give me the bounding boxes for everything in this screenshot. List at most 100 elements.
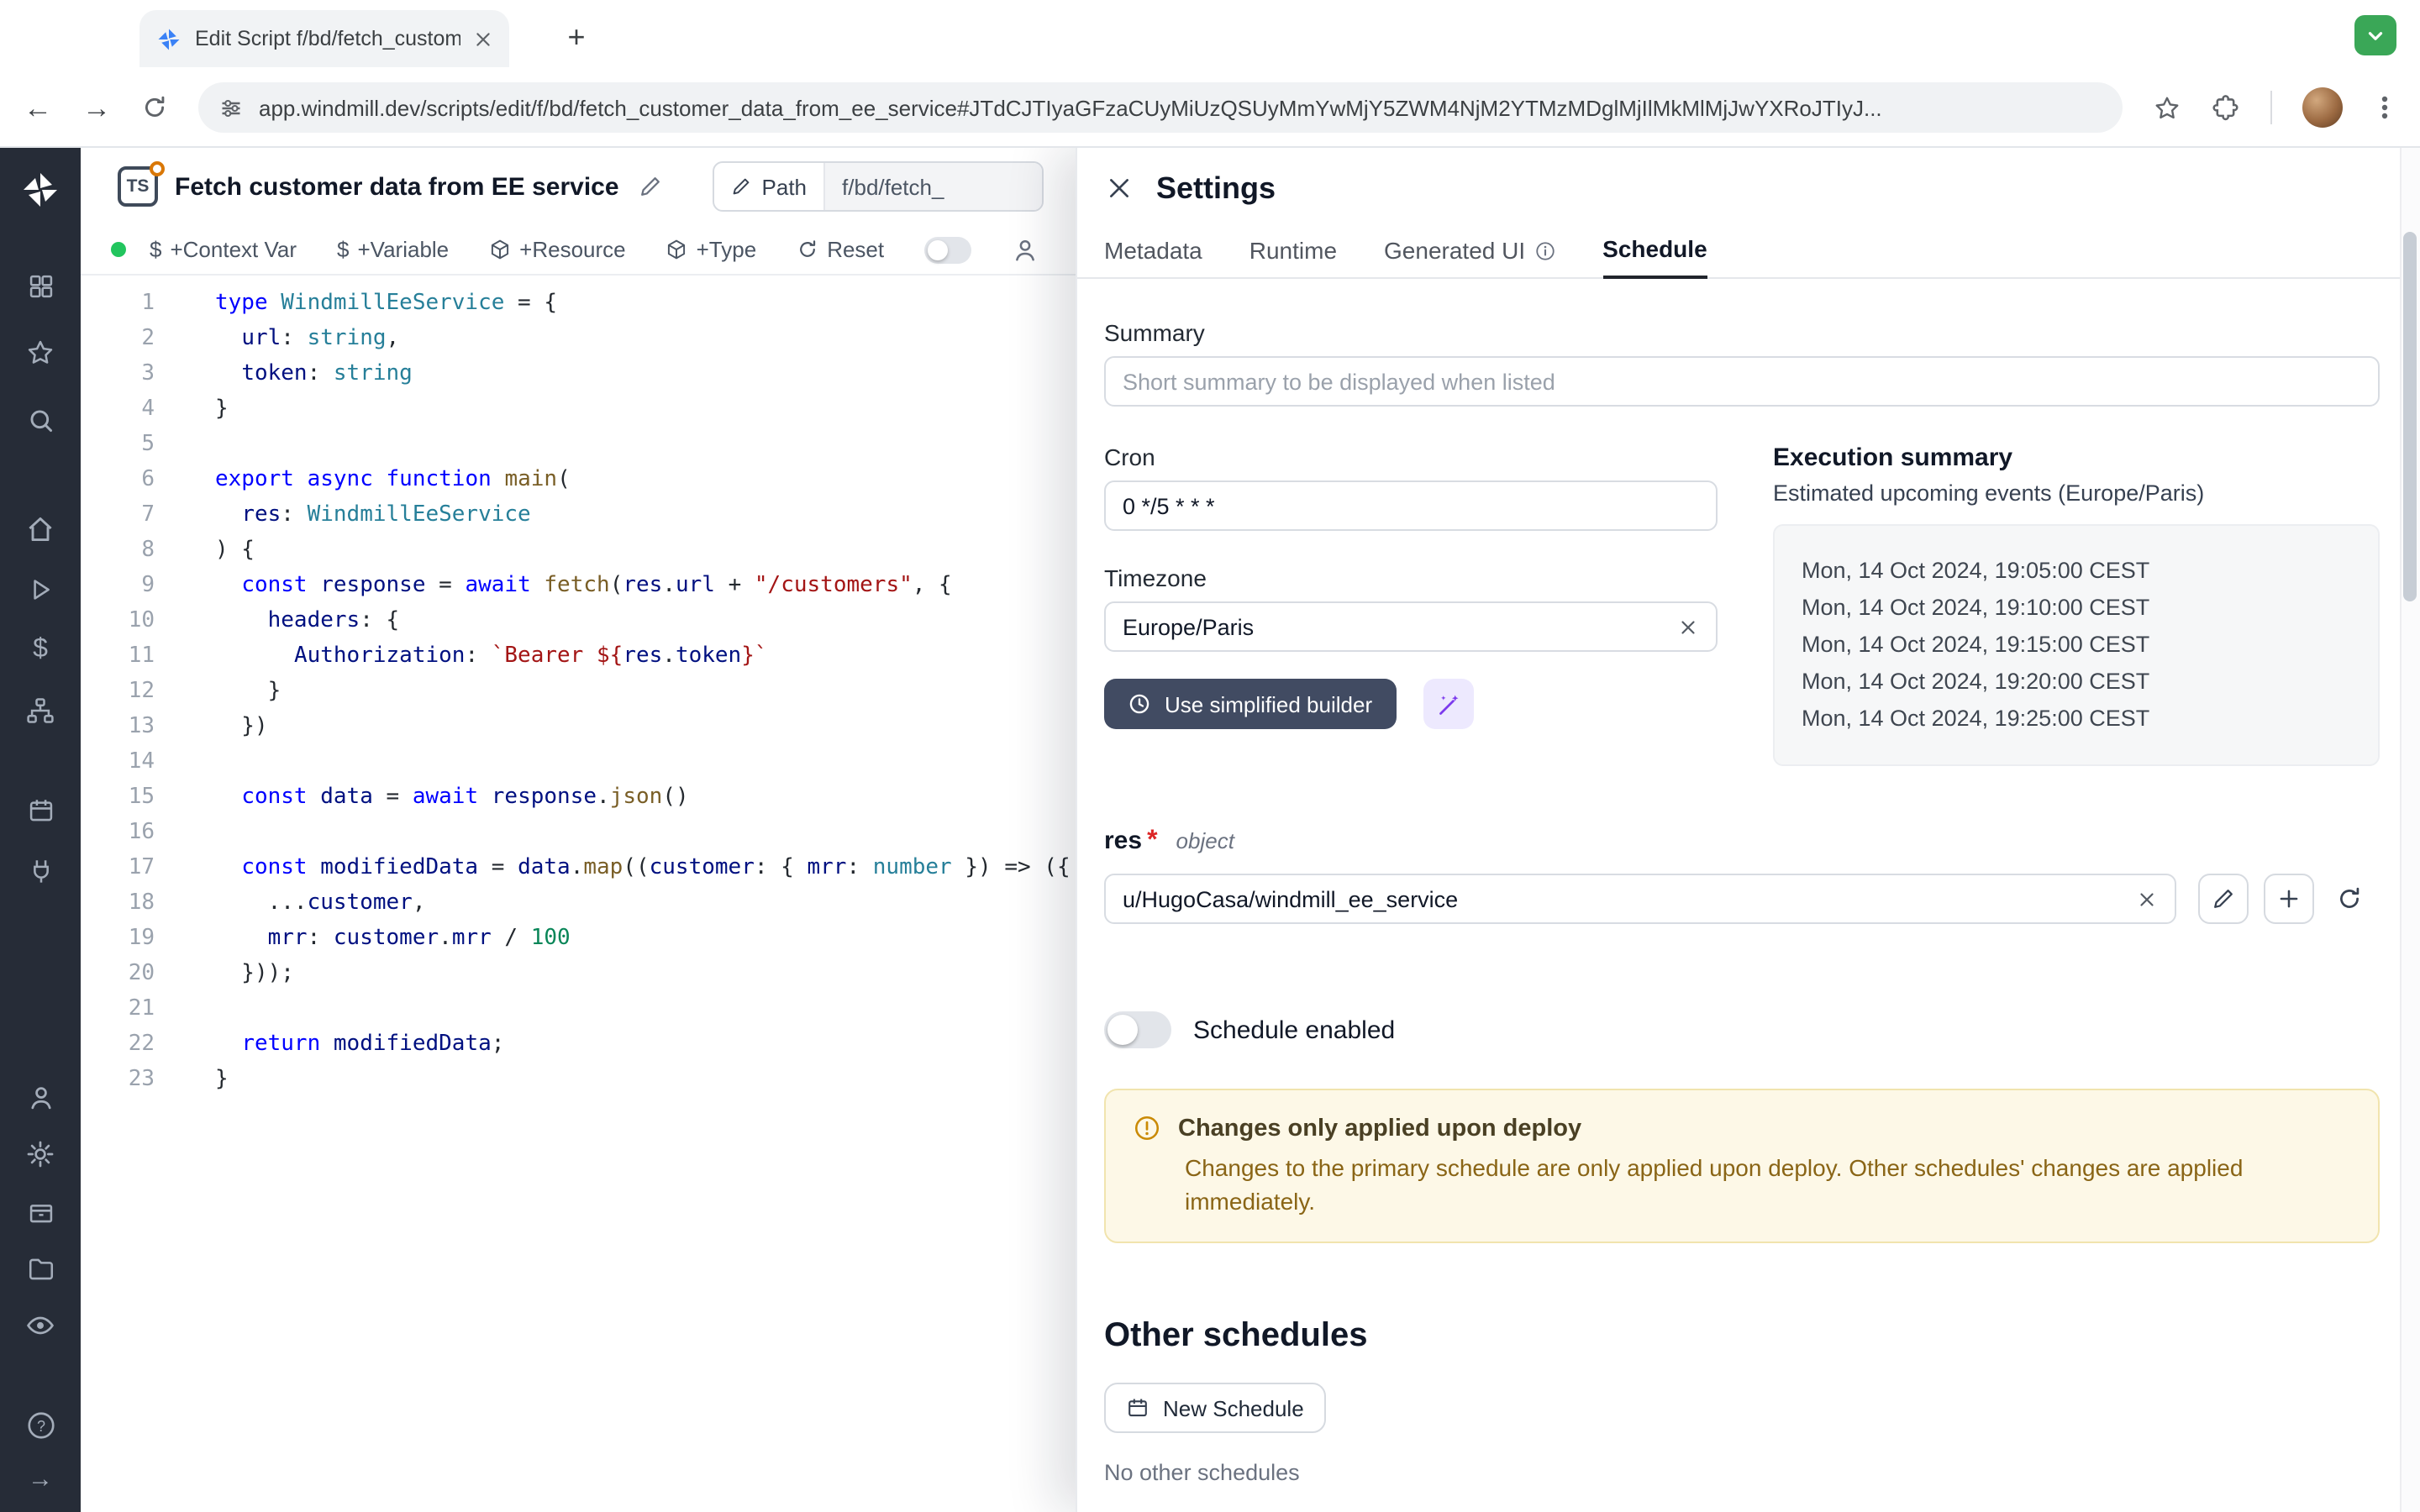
summary-input[interactable]: Short summary to be displayed when liste…: [1104, 356, 2380, 407]
bookmark-star-icon[interactable]: [2153, 93, 2181, 122]
reload-button[interactable]: [141, 94, 168, 121]
app-sidebar: $ ? →: [0, 148, 81, 1512]
path-value: f/bd/fetch_: [823, 163, 1042, 210]
add-resource-button[interactable]: +Resource: [489, 237, 625, 262]
settings-gear-icon[interactable]: [25, 1137, 55, 1171]
extensions-icon[interactable]: [2212, 93, 2240, 122]
pencil-icon: [2212, 887, 2235, 911]
add-type-button[interactable]: +Type: [666, 237, 757, 262]
workers-box-icon[interactable]: [26, 1194, 55, 1228]
resource-value: u/HugoCasa/windmill_ee_service: [1123, 886, 2123, 911]
collapse-arrow-icon[interactable]: →: [28, 1462, 53, 1495]
scrollbar-thumb[interactable]: [2403, 232, 2417, 601]
help-question-icon[interactable]: ?: [24, 1408, 56, 1441]
tab-runtime[interactable]: Runtime: [1249, 237, 1337, 277]
schedule-enabled-label: Schedule enabled: [1193, 1016, 1395, 1044]
reset-button[interactable]: Reset: [797, 237, 884, 262]
url-text: app.windmill.dev/scripts/edit/f/bd/fetch…: [259, 95, 2102, 120]
refresh-icon: [2336, 885, 2363, 912]
event-item: Mon, 14 Oct 2024, 19:05:00 CEST: [1802, 553, 2351, 590]
event-item: Mon, 14 Oct 2024, 19:10:00 CEST: [1802, 590, 2351, 627]
tab-close-icon[interactable]: [474, 29, 492, 48]
warning-body: Changes to the primary schedule are only…: [1185, 1151, 2351, 1218]
settings-drawer: Settings Metadata Runtime Generated UI S…: [1076, 148, 2420, 1512]
execution-summary-title: Execution summary: [1773, 444, 2380, 472]
run-as-person-icon[interactable]: [1012, 236, 1039, 263]
page-title: Fetch customer data from EE service: [175, 172, 619, 201]
add-resource-button-drawer[interactable]: [2264, 874, 2314, 924]
cron-input[interactable]: 0 */5 * * *: [1104, 480, 1718, 531]
alert-circle-icon: [1133, 1114, 1161, 1142]
clear-timezone-icon[interactable]: [1677, 616, 1699, 638]
event-item: Mon, 14 Oct 2024, 19:25:00 CEST: [1802, 701, 2351, 738]
search-icon[interactable]: [26, 403, 55, 437]
refresh-resource-button[interactable]: [2336, 885, 2363, 912]
tab-schedule[interactable]: Schedule: [1602, 235, 1707, 279]
tab-generated-ui[interactable]: Generated UI: [1384, 237, 1555, 277]
drawer-scrollbar[interactable]: [2400, 148, 2420, 1512]
url-row: ← → app.windmill.dev/scripts/edit/f/bd/f…: [0, 67, 2420, 148]
tab-metadata[interactable]: Metadata: [1104, 237, 1202, 277]
variables-dollar-icon[interactable]: $: [33, 633, 48, 667]
timezone-input[interactable]: Europe/Paris: [1104, 601, 1718, 652]
tab-strip: Edit Script f/bd/fetch_custom +: [0, 0, 2420, 67]
connections-plug-icon[interactable]: [26, 853, 55, 887]
summary-label: Summary: [1104, 319, 2380, 346]
refresh-icon: [797, 239, 818, 260]
runs-play-icon[interactable]: [27, 573, 54, 606]
forward-button[interactable]: →: [82, 93, 111, 122]
apps-grid-icon[interactable]: [26, 269, 55, 302]
close-icon[interactable]: [1106, 175, 1133, 202]
summary-placeholder: Short summary to be displayed when liste…: [1123, 369, 2361, 394]
drawer-header: Settings: [1077, 148, 2400, 228]
profile-avatar[interactable]: [2302, 87, 2343, 128]
url-bar[interactable]: app.windmill.dev/scripts/edit/f/bd/fetch…: [198, 82, 2123, 133]
audit-eye-icon[interactable]: [25, 1309, 55, 1342]
add-context-var-button[interactable]: $ +Context Var: [150, 237, 297, 262]
path-chip[interactable]: Path f/bd/fetch_: [713, 161, 1044, 212]
new-schedule-button[interactable]: New Schedule: [1104, 1383, 1326, 1433]
use-simplified-builder-button[interactable]: Use simplified builder: [1104, 679, 1396, 729]
tab-title: Edit Script f/bd/fetch_custom: [195, 27, 460, 50]
flows-sitemap-icon[interactable]: [25, 694, 55, 727]
favorites-star-icon[interactable]: [25, 336, 55, 370]
users-person-icon[interactable]: [26, 1080, 55, 1114]
info-icon: [1534, 239, 1555, 261]
resource-input[interactable]: u/HugoCasa/windmill_ee_service: [1104, 874, 2176, 924]
add-variable-button[interactable]: $ +Variable: [337, 237, 449, 262]
site-settings-icon[interactable]: [218, 95, 244, 120]
new-tab-button[interactable]: +: [555, 15, 598, 59]
folders-folder-icon[interactable]: [26, 1252, 55, 1285]
divider: [2270, 91, 2272, 124]
package-icon: [666, 239, 688, 260]
ai-wand-button[interactable]: [1423, 679, 1474, 729]
wand-icon: [1436, 691, 1461, 717]
upcoming-events-panel: Mon, 14 Oct 2024, 19:05:00 CESTMon, 14 O…: [1773, 524, 2380, 766]
browser-menu-icon[interactable]: [2373, 94, 2396, 121]
required-asterisk: *: [1147, 827, 1157, 857]
back-button[interactable]: ←: [24, 93, 52, 122]
clear-resource-icon[interactable]: [2136, 888, 2158, 910]
home-icon[interactable]: [25, 512, 55, 546]
plus-icon: [2277, 887, 2301, 911]
windmill-logo-icon[interactable]: [20, 168, 60, 212]
event-item: Mon, 14 Oct 2024, 19:20:00 CEST: [1802, 664, 2351, 701]
screen: Edit Script f/bd/fetch_custom + ← →: [0, 0, 2420, 1512]
other-schedules-title: Other schedules: [1104, 1317, 2380, 1356]
browser-tab[interactable]: Edit Script f/bd/fetch_custom: [139, 10, 509, 67]
settings-tabs: Metadata Runtime Generated UI Schedule: [1077, 228, 2400, 279]
schedules-calendar-icon[interactable]: [26, 793, 55, 827]
clock-icon: [1128, 692, 1151, 716]
edit-title-pencil-icon[interactable]: [639, 175, 663, 198]
resource-type: object: [1176, 828, 1234, 853]
schedule-enabled-row: Schedule enabled: [1104, 1011, 2380, 1048]
schedule-enabled-toggle[interactable]: [1104, 1011, 1171, 1048]
editor-mini-toggle[interactable]: [924, 236, 971, 263]
chevron-down-icon: [2365, 24, 2386, 46]
drawer-title: Settings: [1156, 171, 1276, 206]
windmill-favicon-icon: [156, 26, 182, 51]
green-dropdown-button[interactable]: [2354, 15, 2396, 55]
deploy-warning-banner: Changes only applied upon deploy Changes…: [1104, 1089, 2380, 1243]
edit-resource-button[interactable]: [2198, 874, 2249, 924]
resource-field-header: res * object: [1104, 827, 2380, 857]
